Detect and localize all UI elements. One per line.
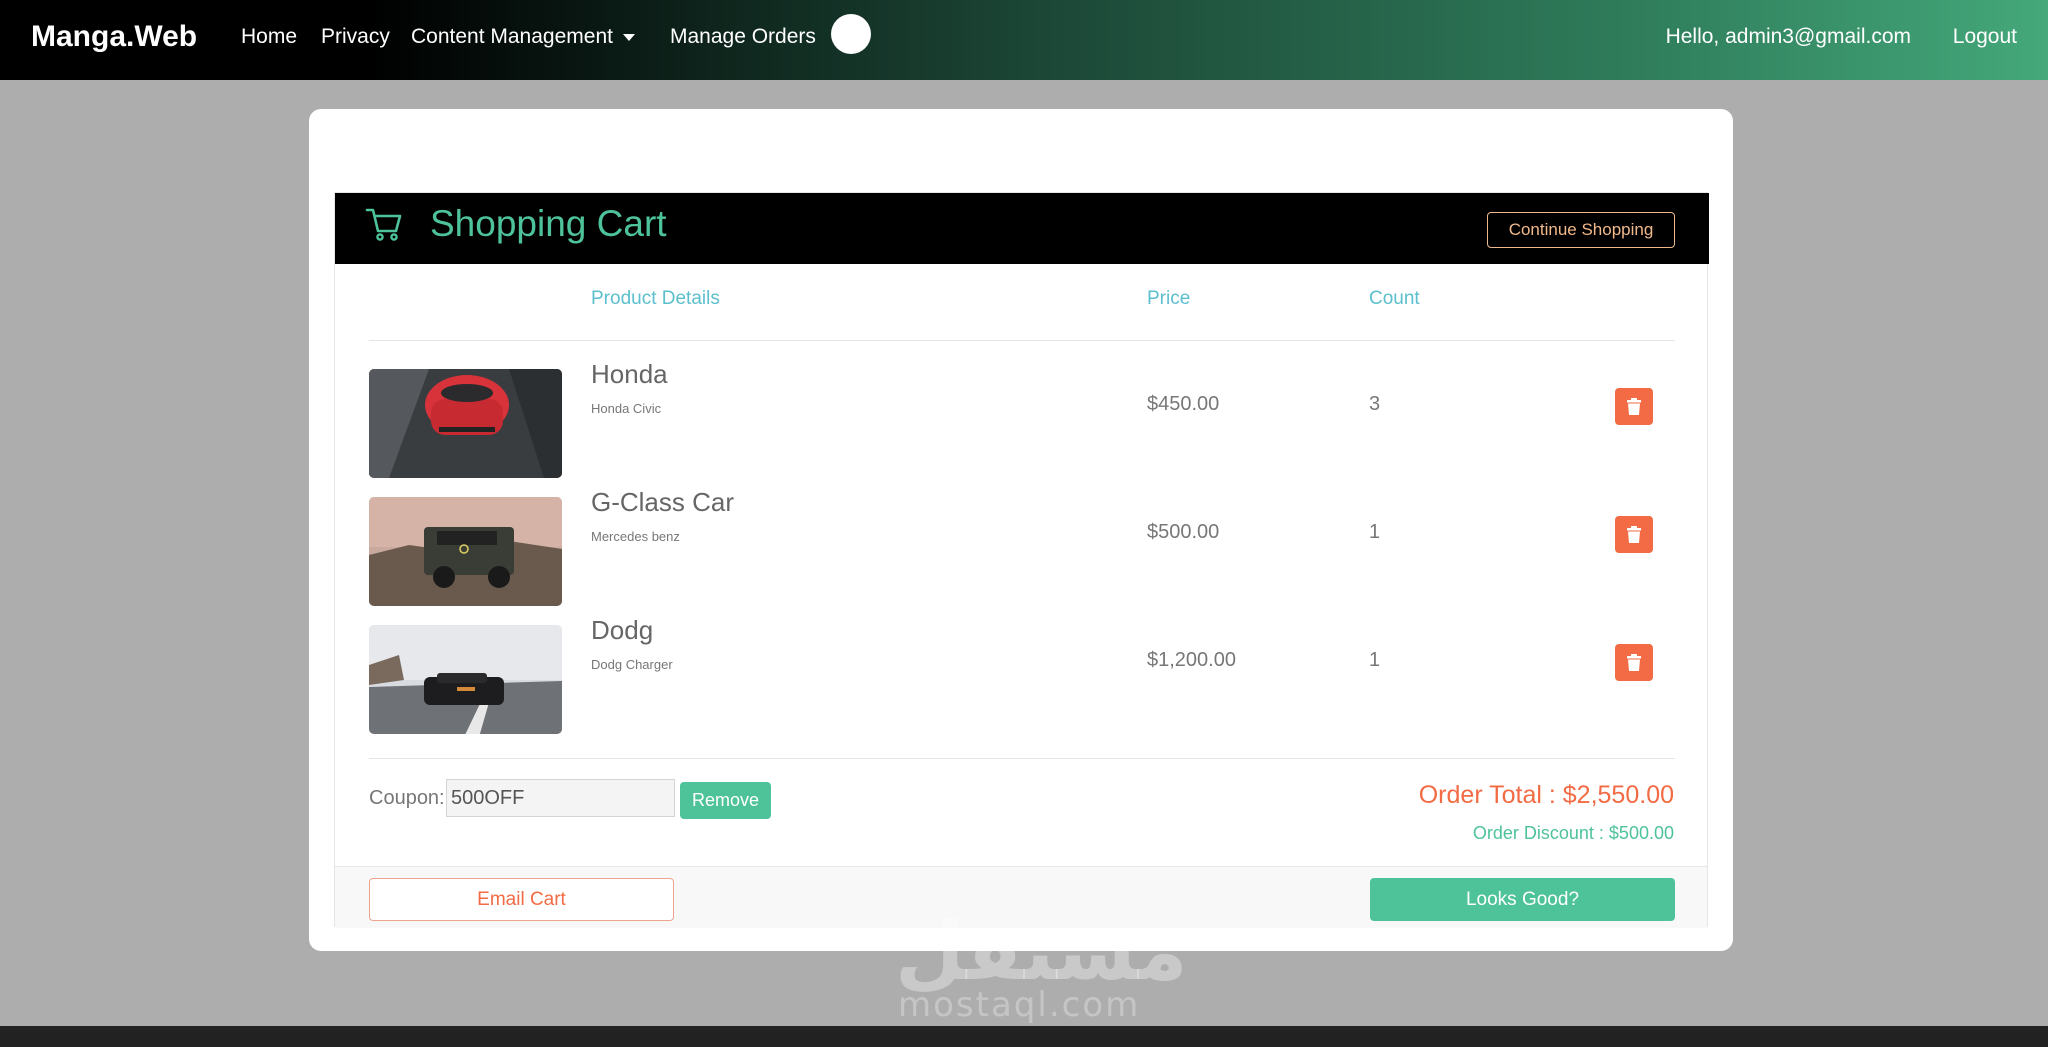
main-card: Shopping Cart Continue Shopping Product … — [309, 109, 1733, 951]
brand-logo[interactable]: Manga.Web — [31, 20, 197, 54]
order-total: Order Total : $2,550.00 — [1418, 781, 1674, 809]
cart-row: Dodg Dodg Charger $1,200.00 1 — [335, 615, 1709, 737]
trash-icon — [1627, 654, 1641, 671]
email-cart-button[interactable]: Email Cart — [369, 878, 674, 921]
cart-header: Shopping Cart Continue Shopping — [335, 193, 1709, 264]
product-image-dodg — [369, 625, 562, 734]
product-price: $500.00 — [1147, 521, 1220, 543]
remove-coupon-button[interactable]: Remove — [680, 782, 771, 819]
product-description: Dodg Charger — [591, 657, 673, 672]
looks-good-button[interactable]: Looks Good? — [1370, 878, 1675, 921]
nav-content-management[interactable]: Content Management — [411, 25, 635, 49]
coupon-label: Coupon: — [369, 787, 445, 809]
delete-item-button[interactable] — [1615, 516, 1653, 553]
page-footer — [0, 1026, 2048, 1047]
product-name: G-Class Car — [591, 487, 735, 517]
product-description: Honda Civic — [591, 401, 662, 416]
nav-content-management-label: Content Management — [411, 25, 613, 48]
product-count: 1 — [1369, 521, 1381, 543]
items-divider — [369, 758, 1675, 759]
product-name: Dodg — [591, 615, 654, 645]
product-image-honda — [369, 369, 562, 478]
column-count: Count — [1369, 288, 1420, 309]
cart-row: Honda Honda Civic $450.00 3 — [335, 359, 1709, 481]
trash-icon — [1627, 526, 1641, 543]
product-name: Honda — [591, 359, 668, 389]
product-count: 1 — [1369, 649, 1381, 671]
logout-link[interactable]: Logout — [1953, 25, 2017, 49]
top-navbar: Manga.Web Home Privacy Content Managemen… — [0, 0, 2048, 80]
user-greeting[interactable]: Hello, admin3@gmail.com — [1666, 25, 1911, 49]
shopping-cart-icon — [365, 208, 402, 241]
coupon-input[interactable] — [446, 779, 675, 817]
nav-home[interactable]: Home — [241, 25, 297, 49]
cart-title: Shopping Cart — [430, 203, 667, 244]
nav-privacy[interactable]: Privacy — [321, 25, 390, 49]
theme-toggle[interactable] — [831, 14, 871, 54]
delete-item-button[interactable] — [1615, 644, 1653, 681]
order-discount: Order Discount : $500.00 — [1472, 823, 1674, 843]
shopping-cart-panel: Shopping Cart Continue Shopping Product … — [334, 192, 1709, 928]
column-product-details: Product Details — [591, 288, 720, 309]
nav-manage-orders[interactable]: Manage Orders — [670, 25, 816, 49]
chevron-down-icon — [622, 33, 635, 41]
product-count: 3 — [1369, 393, 1381, 415]
product-price: $1,200.00 — [1147, 649, 1236, 671]
cart-row: G-Class Car Mercedes benz $500.00 1 — [335, 487, 1709, 609]
product-price: $450.00 — [1147, 393, 1220, 415]
header-divider — [369, 340, 1675, 341]
column-price: Price — [1147, 288, 1191, 309]
continue-shopping-button[interactable]: Continue Shopping — [1487, 212, 1675, 248]
watermark: mostaql.com — [898, 985, 1141, 1025]
delete-item-button[interactable] — [1615, 388, 1653, 425]
product-description: Mercedes benz — [591, 529, 680, 544]
trash-icon — [1627, 398, 1641, 415]
product-image-gclass — [369, 497, 562, 606]
